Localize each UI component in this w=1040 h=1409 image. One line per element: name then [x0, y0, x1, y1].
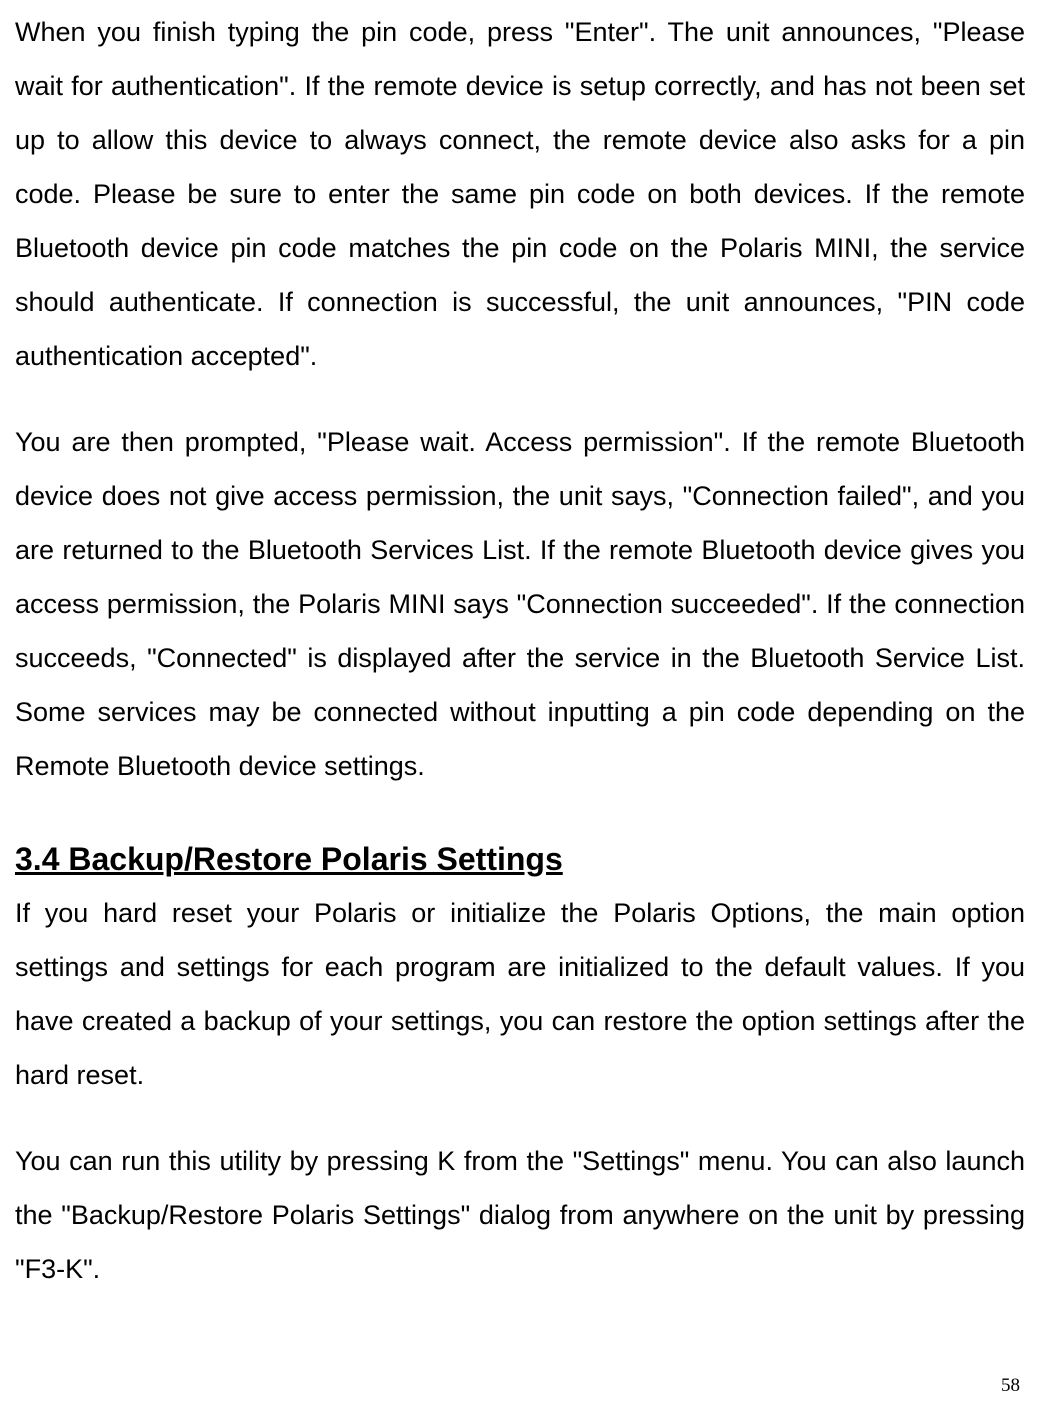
section-heading-backup-restore: 3.4 Backup/Restore Polaris Settings [15, 841, 1025, 878]
paragraph-hard-reset: If you hard reset your Polaris or initia… [15, 886, 1025, 1102]
paragraph-run-utility: You can run this utility by pressing K f… [15, 1134, 1025, 1296]
page-number: 58 [1001, 1375, 1020, 1397]
paragraph-pin-code: When you finish typing the pin code, pre… [15, 5, 1025, 383]
document-content: When you finish typing the pin code, pre… [15, 0, 1025, 1296]
paragraph-access-permission: You are then prompted, "Please wait. Acc… [15, 415, 1025, 793]
